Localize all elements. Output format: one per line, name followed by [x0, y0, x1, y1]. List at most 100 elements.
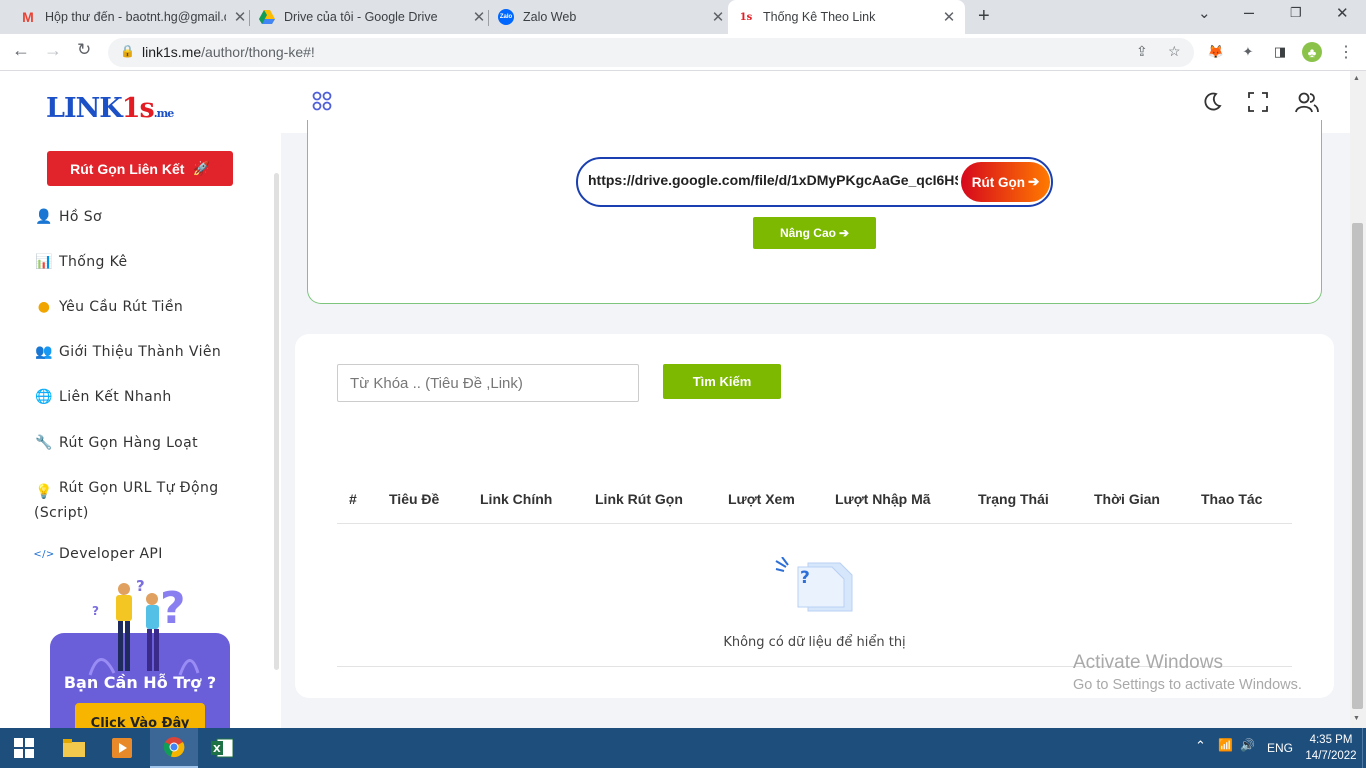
minimize-button[interactable]: –: [1244, 2, 1254, 23]
svg-text:?: ?: [800, 568, 810, 588]
menu-icon[interactable]: ⋮: [1336, 42, 1356, 62]
advanced-button-label: Nâng Cao: [779, 226, 836, 240]
metamask-icon[interactable]: 🦊: [1206, 42, 1226, 62]
user-account-icon[interactable]: [1295, 91, 1319, 119]
sidebar-item-label: Rút Gọn URL Tự Động (Script): [34, 480, 219, 521]
search-button-label: Tìm Kiếm: [692, 374, 752, 389]
support-illustration: ? ? ?: [88, 577, 200, 676]
code-icon: </>: [33, 548, 55, 560]
svg-text:?: ?: [92, 604, 99, 618]
system-clock[interactable]: 4:35 PM 14/7/2022: [1304, 732, 1358, 764]
column-header-title: Tiêu Đề: [389, 491, 440, 507]
clock-date: 14/7/2022: [1305, 750, 1357, 762]
sidebar-item-developer-api[interactable]: </> Developer API: [33, 544, 163, 565]
address-bar[interactable]: 🔒 link1s.me/author/thong-ke#! ⇪ ☆: [108, 38, 1194, 67]
site-logo[interactable]: LINK1s.me: [46, 93, 174, 124]
restore-button[interactable]: ❐: [1290, 5, 1302, 21]
file-explorer-icon[interactable]: [50, 728, 98, 768]
referral-icon: 👥: [35, 343, 53, 360]
svg-text:?: ?: [160, 583, 186, 634]
scroll-up-icon[interactable]: ▲: [1353, 75, 1360, 82]
sidebar-item-withdraw[interactable]: ● Yêu Cầu Rút Tiền: [34, 297, 183, 318]
volume-icon[interactable]: 🔊: [1240, 738, 1255, 752]
close-icon[interactable]: ✕: [710, 8, 726, 26]
shorten-card: [307, 120, 1322, 304]
close-icon[interactable]: ✕: [232, 8, 248, 26]
new-tab-button[interactable]: +: [978, 5, 990, 28]
link1s-icon: 1s: [739, 11, 753, 23]
sidebar-item-quick-link[interactable]: 🌐 Liên Kết Nhanh: [34, 387, 172, 408]
tab-separator: [249, 10, 250, 26]
windows-start-icon[interactable]: [0, 728, 48, 768]
avatar[interactable]: ♣: [1302, 42, 1322, 62]
sidebar-item-referral[interactable]: 👥 Giới Thiệu Thành Viên: [34, 342, 221, 363]
column-header-time: Thời Gian: [1094, 491, 1160, 507]
shorten-link-button[interactable]: Rút Gọn Liên Kết 🚀: [47, 151, 233, 186]
show-desktop-button[interactable]: [1362, 728, 1366, 768]
dark-mode-icon[interactable]: [1201, 91, 1223, 119]
back-button[interactable]: ←: [12, 40, 30, 61]
url-text[interactable]: link1s.me/author/thong-ke#!: [142, 44, 315, 60]
browser-tab-bar: M Hộp thư đến - baotnt.hg@gmail.c ✕ Driv…: [0, 0, 1366, 34]
scroll-down-icon[interactable]: ▼: [1353, 715, 1360, 722]
column-header-short-link: Link Rút Gọn: [595, 491, 683, 507]
keyword-search-input[interactable]: [337, 364, 639, 402]
activate-windows-subtitle: Go to Settings to activate Windows.: [1073, 677, 1302, 693]
excel-icon[interactable]: X: [198, 728, 246, 768]
media-player-icon[interactable]: [98, 728, 146, 768]
empty-data-icon: ?: [775, 557, 853, 612]
tab-google-drive[interactable]: Drive của tôi - Google Drive ✕: [251, 0, 487, 34]
share-icon[interactable]: ⇪: [1136, 43, 1148, 60]
shorten-button[interactable]: Rút Gọn ➔: [961, 162, 1050, 202]
chevron-up-icon[interactable]: ⌃: [1195, 738, 1206, 754]
page-scrollbar[interactable]: ▲ ▼: [1350, 71, 1366, 728]
column-header-main-link: Link Chính: [480, 491, 553, 507]
language-indicator[interactable]: ENG: [1267, 741, 1293, 755]
paper-plane-icon: 🚀: [192, 160, 210, 176]
sidebar-item-label: Giới Thiệu Thành Viên: [59, 344, 222, 360]
sidepanel-icon[interactable]: ◨: [1270, 42, 1290, 62]
sidebar-item-label: Thống Kê: [59, 254, 128, 270]
url-input-box: Rút Gọn ➔: [576, 157, 1053, 207]
star-icon[interactable]: ☆: [1168, 43, 1181, 60]
column-header-index: #: [349, 491, 357, 507]
sidebar-scrollbar[interactable]: [274, 173, 279, 670]
help-card: ? ? ? Bạn Cần Hỗ Trợ ? Click Vào Đây: [50, 577, 230, 733]
sidebar-item-label: Hồ Sơ: [59, 209, 102, 225]
sidebar-item-bulk-shorten[interactable]: 🔧 Rút Gọn Hàng Loạt: [34, 433, 198, 454]
close-icon[interactable]: ✕: [471, 8, 487, 26]
gmail-icon: M: [22, 9, 34, 25]
tab-zalo[interactable]: Zalo Zalo Web ✕: [490, 0, 726, 34]
extensions-icon[interactable]: ✦: [1238, 42, 1258, 62]
tab-thong-ke[interactable]: 1s Thống Kê Theo Link ✕: [728, 0, 965, 34]
tab-title: Drive của tôi - Google Drive: [284, 10, 438, 24]
advanced-button[interactable]: Nâng Cao ➔: [753, 217, 876, 249]
close-icon[interactable]: ✕: [941, 8, 957, 26]
tool-icon: 🔧: [35, 434, 53, 451]
tab-title: Zalo Web: [523, 10, 577, 24]
fullscreen-icon[interactable]: [1247, 91, 1269, 119]
forward-button[interactable]: →: [44, 40, 62, 61]
chrome-icon[interactable]: [150, 728, 198, 768]
sidebar-item-profile[interactable]: 👤 Hồ Sơ: [34, 207, 102, 228]
scrollbar-thumb[interactable]: [1352, 223, 1363, 709]
tab-title: Hộp thư đến - baotnt.hg@gmail.c: [45, 10, 226, 24]
profile-icon: 👤: [35, 208, 53, 225]
globe-icon: 🌐: [35, 388, 53, 405]
sidebar-item-statistics[interactable]: 📊 Thống Kê: [34, 252, 128, 273]
long-url-input[interactable]: [588, 172, 958, 188]
chevron-down-icon[interactable]: ⌄: [1198, 4, 1211, 22]
close-window-button[interactable]: ✕: [1336, 4, 1349, 22]
coin-icon: ●: [37, 298, 51, 315]
reload-button[interactable]: ↻: [77, 40, 91, 60]
sidebar-item-auto-script[interactable]: 💡 Rút Gọn URL Tự Động (Script): [34, 478, 244, 524]
windows-taskbar: X ⌃ 📶 🔊 ENG 4:35 PM 14/7/2022: [0, 728, 1366, 768]
help-title: Bạn Cần Hỗ Trợ ?: [63, 673, 217, 692]
apps-grid-icon[interactable]: [311, 90, 333, 118]
wifi-icon[interactable]: 📶: [1218, 738, 1233, 752]
tab-separator: [488, 10, 489, 26]
search-button[interactable]: Tìm Kiếm: [663, 364, 781, 399]
sidebar-item-label: Rút Gọn Hàng Loạt: [59, 435, 198, 451]
tab-gmail[interactable]: M Hộp thư đến - baotnt.hg@gmail.c ✕: [12, 0, 248, 34]
arrow-right-icon: ➔: [838, 226, 850, 240]
